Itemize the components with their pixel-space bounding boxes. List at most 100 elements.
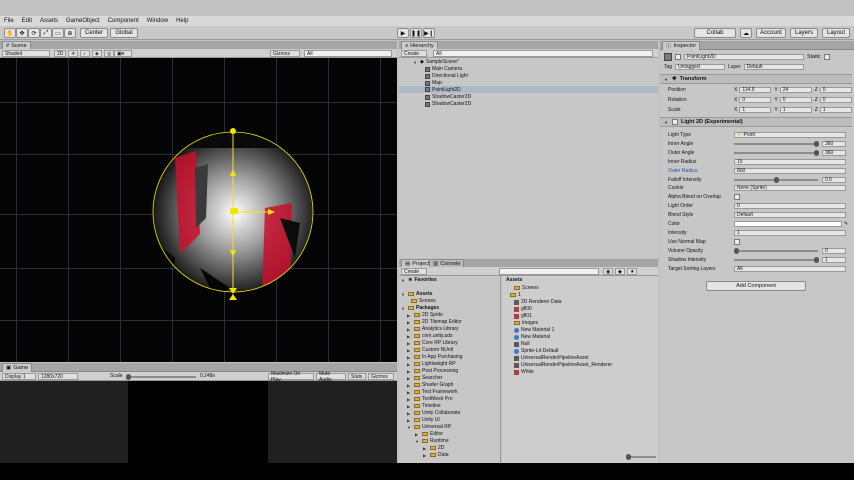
package-item[interactable]: ▶ Core RP Library: [407, 340, 458, 346]
property-value-field[interactable]: 360: [822, 140, 846, 147]
package-item[interactable]: ▶ Test Framework: [407, 389, 458, 395]
package-item[interactable]: ▶ Custom NUnit: [407, 347, 453, 353]
property-dropdown[interactable]: ☀ Point: [734, 132, 846, 138]
fold-closed-icon[interactable]: ▶: [423, 453, 428, 458]
asset-item[interactable]: White: [514, 369, 534, 375]
hierarchy-search-input[interactable]: All: [433, 50, 653, 57]
collab-button[interactable]: Collab: [694, 28, 736, 38]
stats-toggle[interactable]: Stats: [348, 373, 366, 380]
asset-item[interactable]: Null: [514, 341, 530, 347]
object-name-field[interactable]: PointLight2D: [684, 54, 804, 60]
layout-dropdown[interactable]: Layout: [822, 28, 850, 38]
favorites-item[interactable]: ▼ ★ Favorites: [401, 277, 437, 283]
property-checkbox[interactable]: [734, 238, 740, 245]
fold-open-icon[interactable]: ▼: [664, 77, 669, 82]
scale-x-field[interactable]: 1: [739, 107, 772, 113]
package-subfolder-item[interactable]: ▶ Editor: [415, 431, 443, 437]
scale-slider[interactable]: [126, 374, 196, 380]
property-value-field[interactable]: 1: [822, 256, 846, 263]
package-item[interactable]: ▶ Lightweight RP: [407, 361, 456, 367]
package-subfolder-item[interactable]: ▶ Data: [423, 452, 449, 458]
fold-open-icon[interactable]: ▼: [415, 439, 420, 444]
menu-help[interactable]: Help: [176, 18, 188, 24]
tab-inspector[interactable]: ⓘ Inspector: [662, 41, 701, 50]
assets-breadcrumb[interactable]: Assets: [506, 277, 522, 283]
fold-closed-icon[interactable]: ▶: [407, 376, 412, 381]
display-dropdown[interactable]: Display 1: [2, 373, 36, 380]
property-checkbox[interactable]: [734, 194, 740, 201]
package-item[interactable]: ▶ Unity Collaborate: [407, 410, 460, 416]
global-local-button[interactable]: Global: [110, 28, 138, 38]
hierarchy-item[interactable]: ShadowCaster2D: [425, 94, 471, 100]
cloud-icon[interactable]: ☁: [740, 28, 752, 38]
package-item[interactable]: ▼ Universal RP: [407, 424, 451, 430]
rect-tool-button[interactable]: ▭: [52, 28, 64, 38]
package-subfolder-item[interactable]: ▼ Runtime: [415, 438, 449, 444]
favorite-star-icon[interactable]: ★: [627, 268, 637, 275]
gizmos-dropdown[interactable]: Gizmos: [270, 50, 300, 57]
package-item[interactable]: ▶ Timeline: [407, 403, 441, 409]
mode-2d-toggle[interactable]: 2D: [54, 50, 66, 57]
asset-item[interactable]: UniversalRenderPipelineAsset_Renderer: [514, 362, 612, 368]
position-z-field[interactable]: 0: [819, 87, 852, 93]
fold-closed-icon[interactable]: ▶: [407, 348, 412, 353]
lighting-toggle-icon[interactable]: ☀: [68, 50, 78, 57]
pause-button[interactable]: ❚❚: [410, 28, 422, 38]
property-value-field[interactable]: 0.5: [822, 176, 846, 183]
property-dropdown[interactable]: Default: [734, 212, 846, 219]
fold-closed-icon[interactable]: ▶: [407, 390, 412, 395]
property-slider[interactable]: [734, 140, 819, 147]
asset-item[interactable]: Sprite-Lit-Default: [514, 348, 559, 354]
slider-knob[interactable]: [814, 256, 819, 263]
property-value-field[interactable]: None (Sprite): [734, 185, 846, 192]
rotation-x-field[interactable]: 0: [739, 97, 772, 103]
property-value-field[interactable]: 0: [822, 247, 846, 254]
light-icon[interactable]: [230, 208, 238, 214]
audio-toggle-icon[interactable]: ♪: [80, 50, 90, 57]
transform-tool-button[interactable]: ⊕: [64, 28, 76, 38]
game-viewport[interactable]: [0, 381, 397, 463]
menu-assets[interactable]: Assets: [40, 18, 58, 24]
property-value-field[interactable]: 1: [734, 229, 846, 236]
hierarchy-item[interactable]: Main Camera: [425, 66, 462, 72]
position-y-field[interactable]: 24: [779, 87, 812, 93]
hidden-objects-icon[interactable]: ◎: [104, 50, 114, 57]
package-item[interactable]: ▶ TextMesh Pro: [407, 396, 453, 402]
packages-root-item[interactable]: ▼ Packages: [401, 305, 439, 311]
fold-closed-icon[interactable]: ▶: [407, 418, 412, 423]
light2d-enabled-checkbox[interactable]: [672, 119, 678, 125]
fold-closed-icon[interactable]: ▶: [407, 383, 412, 388]
asset-item[interactable]: New Material: [514, 334, 550, 340]
property-slider[interactable]: [734, 247, 818, 254]
game-gizmos-dropdown[interactable]: Gizmos: [368, 373, 394, 380]
effects-toggle-icon[interactable]: ◈: [92, 50, 102, 57]
property-dropdown[interactable]: All: [734, 265, 846, 272]
shading-mode-dropdown[interactable]: Shaded: [2, 50, 50, 57]
asset-item[interactable]: 1: [510, 292, 521, 298]
property-slider[interactable]: [734, 176, 818, 183]
radius-handle-top[interactable]: [230, 128, 236, 134]
fold-closed-icon[interactable]: ▶: [423, 446, 428, 451]
mute-audio-toggle[interactable]: Mute Audio: [316, 371, 346, 383]
radius-handle-bottom[interactable]: [229, 288, 237, 300]
fold-closed-icon[interactable]: ▶: [407, 362, 412, 367]
menu-component[interactable]: Component: [108, 18, 139, 24]
property-value-field[interactable]: 800: [734, 167, 846, 174]
hierarchy-item[interactable]: Directional Light: [425, 73, 468, 79]
fold-closed-icon[interactable]: ▶: [407, 404, 412, 409]
asset-item[interactable]: images: [514, 320, 538, 326]
rotation-z-field[interactable]: 0: [819, 97, 852, 103]
filter-type-icon[interactable]: ◉: [603, 268, 613, 275]
transform-header[interactable]: ▼ ✥ Transform: [660, 74, 852, 84]
resolution-dropdown[interactable]: 1280x720: [38, 373, 78, 380]
maximize-on-play-toggle[interactable]: Maximize On Play: [268, 371, 314, 383]
package-subfolder-item[interactable]: ▶ 2D: [423, 445, 444, 451]
slider-knob[interactable]: [814, 140, 819, 147]
play-button[interactable]: ▶: [397, 28, 409, 38]
asset-item[interactable]: gfl00: [514, 306, 532, 312]
fold-closed-icon[interactable]: ▶: [407, 313, 412, 318]
fold-closed-icon[interactable]: ▶: [407, 397, 412, 402]
folder-item[interactable]: Scenes: [411, 298, 436, 304]
move-tool-button[interactable]: ✥: [16, 28, 28, 38]
menu-file[interactable]: File: [4, 18, 14, 24]
